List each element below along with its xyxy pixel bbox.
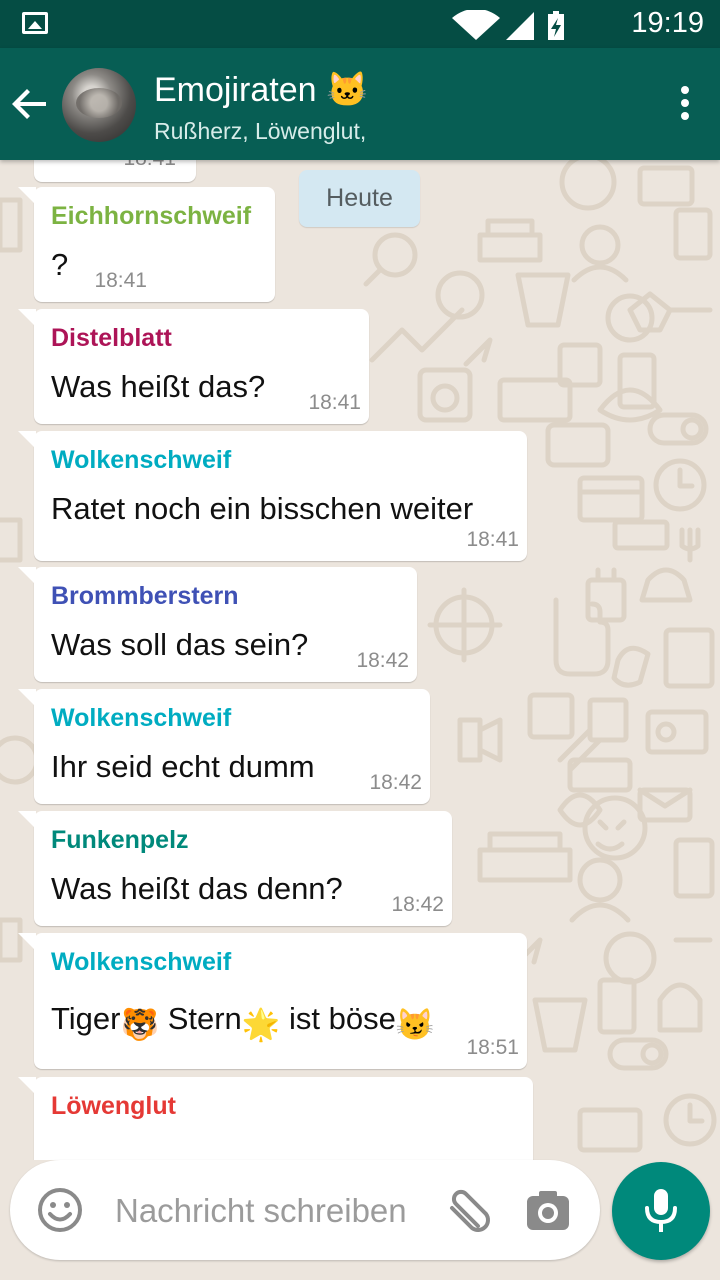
sender-name[interactable]: Eichhornschweif	[51, 202, 251, 231]
chat-members[interactable]: Rußherz, Löwenglut,	[154, 118, 366, 145]
message-bubble[interactable]: Funkenpelz Was heißt das denn? 18:42	[18, 811, 452, 926]
message-text: Tiger🐯 Stern🌟 ist böse😼	[51, 1001, 434, 1043]
message-bubble[interactable]: Löwenglut	[18, 1077, 533, 1160]
glowing-star-icon: 🌟	[241, 1007, 281, 1042]
message-text: Was heißt das?	[51, 369, 266, 404]
message-time: 18:51	[466, 1036, 519, 1059]
more-vert-icon[interactable]	[680, 86, 690, 122]
clock: 19:19	[631, 7, 704, 39]
message-time: 18:42	[369, 771, 422, 794]
message-list[interactable]: 18:41 Heute Eichhornschweif ? 18:41 Dist…	[0, 160, 720, 1160]
message-time: 18:41	[466, 528, 519, 551]
message-bubble-partial[interactable]: 18:41	[34, 160, 196, 182]
status-icons	[452, 10, 564, 40]
sender-name[interactable]: Löwenglut	[51, 1092, 176, 1121]
sender-name[interactable]: Wolkenschweif	[51, 948, 231, 977]
date-divider: Heute	[299, 170, 420, 227]
sender-name[interactable]: Distelblatt	[51, 324, 172, 353]
image-icon	[22, 12, 48, 34]
microphone-icon	[645, 1189, 677, 1232]
paperclip-icon[interactable]	[442, 1188, 492, 1234]
status-bar: 19:19	[0, 0, 720, 48]
chat-title[interactable]: Emojiraten 🐱	[154, 70, 368, 110]
message-bubble[interactable]: Wolkenschweif Tiger🐯 Stern🌟 ist böse😼 18…	[18, 933, 527, 1069]
composer: Nachricht schreiben	[10, 1160, 600, 1260]
arrow-back-icon[interactable]	[10, 84, 50, 124]
message-input[interactable]: Nachricht schreiben	[115, 1192, 407, 1230]
message-text: Ihr seid echt dumm	[51, 749, 315, 784]
sender-name[interactable]: Wolkenschweif	[51, 704, 231, 733]
battery-charging-icon	[548, 11, 564, 40]
sender-name[interactable]: Wolkenschweif	[51, 446, 231, 475]
tiger-face-icon: 🐯	[120, 1007, 160, 1042]
message-text-part: ist böse	[280, 1001, 396, 1036]
message-bubble[interactable]: Brommberstern Was soll das sein? 18:42	[18, 567, 417, 682]
group-avatar[interactable]	[62, 68, 136, 142]
message-text: Was heißt das denn?	[51, 871, 343, 906]
wifi-icon	[452, 10, 500, 40]
message-text-part: Stern	[159, 1001, 242, 1036]
message-text: Ratet noch ein bisschen weiter	[51, 491, 474, 526]
message-text: ?	[51, 247, 69, 282]
smirking-cat-icon: 😼	[395, 1007, 435, 1042]
camera-icon[interactable]	[525, 1190, 571, 1232]
message-text-part: Tiger	[51, 1001, 121, 1036]
signal-icon	[506, 12, 534, 40]
smiley-icon[interactable]	[37, 1187, 83, 1233]
message-time: 18:41	[308, 391, 361, 414]
message-bubble[interactable]: Wolkenschweif Ratet noch ein bisschen we…	[18, 431, 527, 561]
message-time: 18:41	[94, 269, 147, 292]
message-bubble[interactable]: Wolkenschweif Ihr seid echt dumm 18:42	[18, 689, 430, 804]
message-time: 18:41	[123, 160, 176, 171]
message-text: Was soll das sein?	[51, 627, 309, 662]
chat-header: Emojiraten 🐱 Rußherz, Löwenglut,	[0, 48, 720, 160]
message-bubble[interactable]: Eichhornschweif ? 18:41	[18, 187, 275, 302]
message-bubble[interactable]: Distelblatt Was heißt das? 18:41	[18, 309, 369, 424]
message-time: 18:42	[391, 893, 444, 916]
sender-name[interactable]: Brommberstern	[51, 582, 239, 611]
sender-name[interactable]: Funkenpelz	[51, 826, 189, 855]
message-time: 18:42	[356, 649, 409, 672]
voice-record-button[interactable]	[612, 1162, 710, 1260]
